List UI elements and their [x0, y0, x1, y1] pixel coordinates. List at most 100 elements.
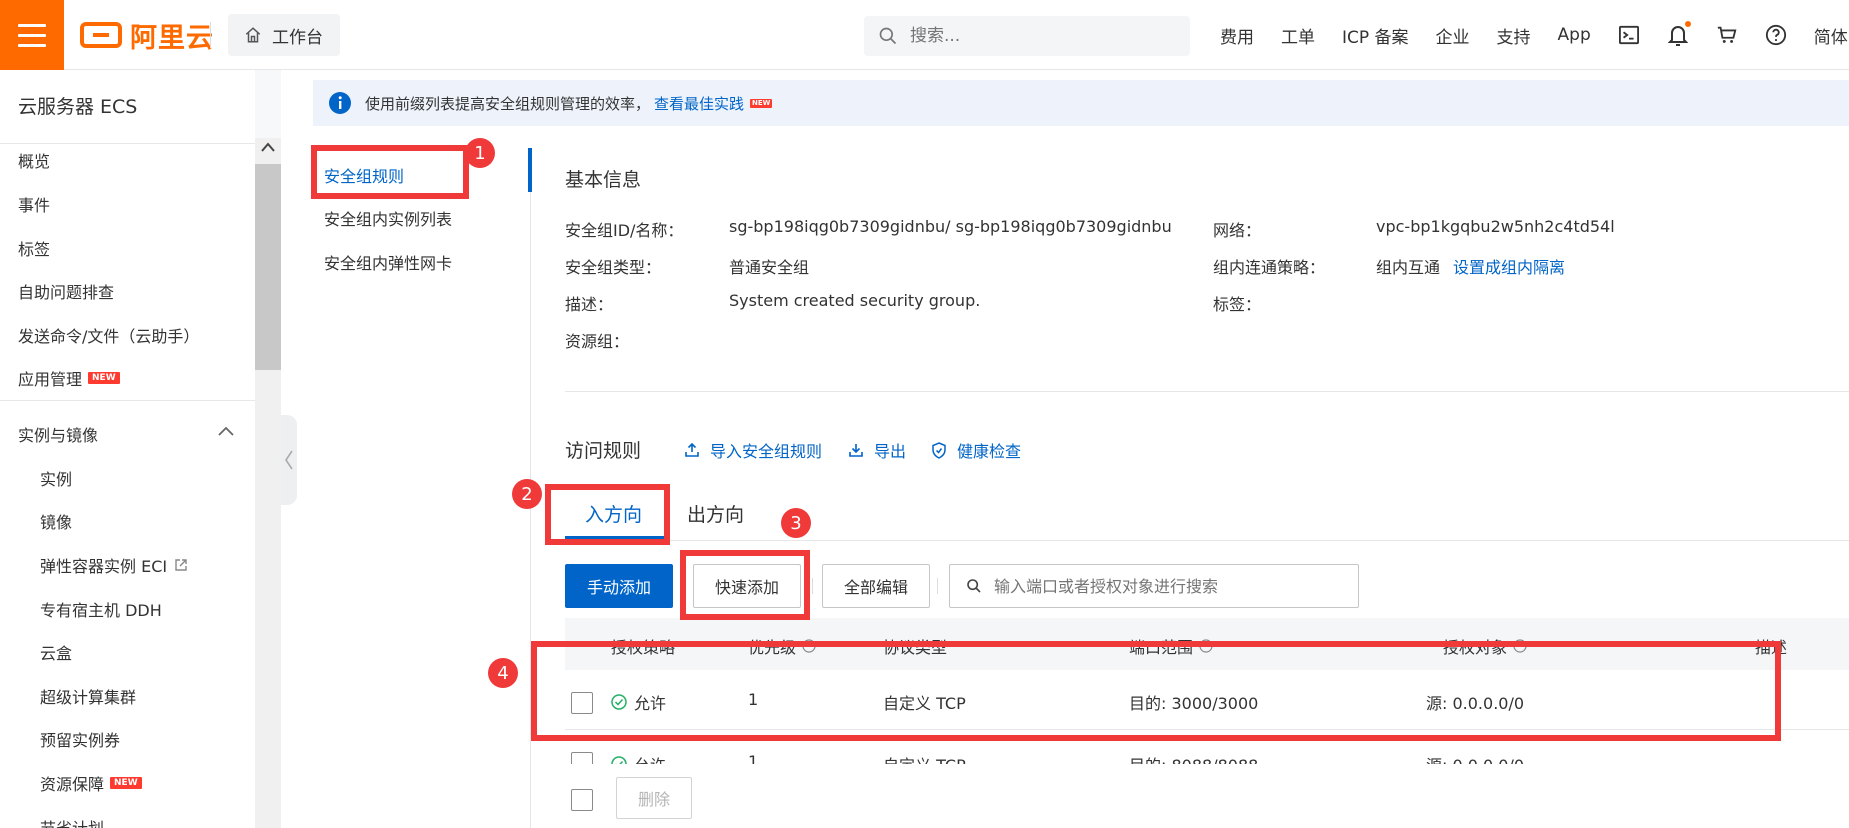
sg-type-label: 安全组类型：	[565, 258, 662, 277]
menu-icon	[18, 24, 46, 27]
sidebar-item-tags[interactable]: 标签	[18, 236, 50, 260]
sidebar-item-label: 超级计算集群	[40, 688, 137, 707]
tabs-divider	[565, 540, 1849, 541]
check-circle-icon	[611, 756, 627, 764]
health-check-label: 健康检查	[957, 442, 1022, 461]
new-badge: NEW	[88, 372, 120, 384]
export-label: 导出	[874, 442, 907, 461]
description-value: System created security group.	[729, 291, 981, 310]
sidebar-item-capacity-reservation[interactable]: 资源保障 NEW	[40, 771, 142, 795]
tab-outbound[interactable]: 出方向	[687, 500, 744, 527]
nav-icp[interactable]: ICP 备案	[1342, 23, 1409, 48]
delete-button[interactable]: 删除	[616, 777, 692, 819]
description-label: 描述：	[565, 295, 614, 314]
language-switch[interactable]: 简体	[1814, 23, 1848, 48]
sidebar-item-label: 弹性容器实例 ECI	[40, 557, 168, 576]
workbench-label: 工作台	[272, 27, 323, 48]
connectivity-policy-value: 组内互通	[1376, 258, 1441, 277]
new-badge: NEW	[750, 98, 773, 108]
subnav-eni-list[interactable]: 安全组内弹性网卡	[324, 250, 452, 274]
search-icon	[879, 27, 897, 45]
sg-type-value: 普通安全组	[729, 258, 810, 277]
sidebar-item-label: 资源保障	[40, 775, 105, 794]
sidebar-item-reserved-instances[interactable]: 预留实例券	[40, 727, 120, 751]
nav-ticket[interactable]: 工单	[1281, 23, 1315, 48]
notification-dot	[1684, 21, 1691, 27]
sidebar-item-troubleshoot[interactable]: 自助问题排查	[18, 279, 114, 303]
external-link-icon	[175, 559, 187, 571]
workbench-button[interactable]: 工作台	[228, 14, 340, 56]
menu-icon-bar	[18, 34, 46, 37]
scrollbar-thumb[interactable]	[255, 164, 281, 370]
nav-support[interactable]: 支持	[1497, 23, 1531, 48]
rule-search-input[interactable]	[994, 576, 1354, 596]
section-divider	[565, 391, 1849, 392]
annotation-box-1	[311, 145, 469, 199]
table-row[interactable]: 允许 1 自定义 TCP 目的: 8088/8088 源: 0.0.0.0/0	[565, 752, 1849, 764]
terminal-icon[interactable]	[1618, 24, 1640, 46]
sidebar-item-label: 专有宿主机 DDH	[40, 601, 162, 620]
connectivity-policy-label: 组内连通策略：	[1213, 258, 1326, 277]
sidebar-title: 云服务器 ECS	[18, 96, 138, 118]
access-rules-title: 访问规则	[565, 440, 642, 462]
sidebar-scrollbar[interactable]	[255, 138, 281, 828]
network-value: vpc-bp1kgqbu2w5nh2c4td54l	[1376, 217, 1615, 236]
sidebar-section-instances-images[interactable]: 实例与镜像	[18, 422, 98, 446]
sidebar-item-savings-plan[interactable]: 节省计划	[40, 815, 104, 828]
sidebar-item-ddh[interactable]: 专有宿主机 DDH	[40, 597, 162, 621]
best-practice-link[interactable]: 查看最佳实践	[654, 93, 744, 114]
annotation-badge-2: 2	[512, 479, 542, 509]
import-rules-button[interactable]: 导入安全组规则	[684, 438, 822, 462]
chevron-up-icon[interactable]	[261, 142, 275, 152]
sidebar-item-cloud-assistant[interactable]: 发送命令/文件（云助手）	[18, 323, 199, 347]
row-checkbox[interactable]	[571, 752, 593, 764]
cart-icon[interactable]	[1716, 24, 1738, 46]
annotation-box-2	[545, 484, 670, 545]
global-search[interactable]	[864, 16, 1190, 56]
help-icon[interactable]	[1765, 24, 1787, 46]
sidebar-item-label: 发送命令/文件（云助手）	[18, 327, 200, 346]
edit-all-button[interactable]: 全部编辑	[822, 564, 930, 608]
rule-search[interactable]	[949, 564, 1359, 608]
select-all-checkbox[interactable]	[571, 789, 593, 811]
manual-add-button[interactable]: 手动添加	[565, 564, 673, 608]
sidebar-section-divider	[0, 400, 255, 401]
annotation-badge-3: 3	[781, 508, 811, 538]
upload-icon	[685, 442, 699, 457]
sidebar-item-overview[interactable]: 概览	[18, 148, 50, 172]
nav-billing[interactable]: 费用	[1220, 23, 1254, 48]
annotation-box-4	[531, 641, 1781, 741]
sg-id-value: sg-bp198iqg0b7309gidnbu/ sg-bp198iqg0b73…	[729, 217, 1172, 236]
sidebar-nav: 云服务器 ECS 概览 事件 标签 自助问题排查 发送命令/文件（云助手） 应用…	[0, 70, 255, 828]
network-label: 网络：	[1213, 221, 1262, 240]
sidebar-item-events[interactable]: 事件	[18, 192, 50, 216]
row-protocol: 自定义 TCP	[883, 752, 966, 764]
sidebar-item-label: 应用管理	[18, 370, 83, 389]
global-search-input[interactable]	[910, 26, 1160, 46]
health-check-button[interactable]: 健康检查	[931, 438, 1021, 462]
notice-text: 使用前缀列表提高安全组规则管理的效率，	[365, 94, 651, 113]
notice-banner: 使用前缀列表提高安全组规则管理的效率， 查看最佳实践 NEW	[313, 80, 1849, 126]
sidebar-item-app-management[interactable]: 应用管理 NEW	[18, 366, 120, 390]
aliyun-logo-icon	[80, 22, 122, 48]
bell-icon[interactable]	[1667, 21, 1691, 46]
aliyun-logo[interactable]: 阿里云	[80, 18, 214, 54]
nav-enterprise[interactable]: 企业	[1436, 23, 1470, 48]
set-isolation-link[interactable]: 设置成组内隔离	[1453, 254, 1565, 278]
sidebar-item-eci[interactable]: 弹性容器实例 ECI	[40, 553, 188, 577]
subnav-instances-list[interactable]: 安全组内实例列表	[324, 206, 452, 230]
sidebar-collapse-handle[interactable]	[281, 415, 297, 505]
sidebar-item-scc[interactable]: 超级计算集群	[40, 684, 136, 708]
sidebar-item-instances[interactable]: 实例	[40, 466, 72, 490]
policy-value: 允许	[634, 752, 666, 764]
row-policy: 允许	[611, 752, 666, 764]
chevron-up-icon[interactable]	[218, 426, 234, 436]
sidebar-item-images[interactable]: 镜像	[40, 509, 72, 533]
sidebar-item-label: 标签	[18, 240, 51, 259]
tags-label: 标签：	[1213, 295, 1262, 314]
download-icon	[849, 444, 863, 457]
export-button[interactable]: 导出	[848, 438, 906, 462]
sidebar-item-cloud-box[interactable]: 云盒	[40, 640, 72, 664]
nav-app[interactable]: App	[1558, 25, 1591, 45]
menu-button[interactable]	[0, 0, 64, 70]
